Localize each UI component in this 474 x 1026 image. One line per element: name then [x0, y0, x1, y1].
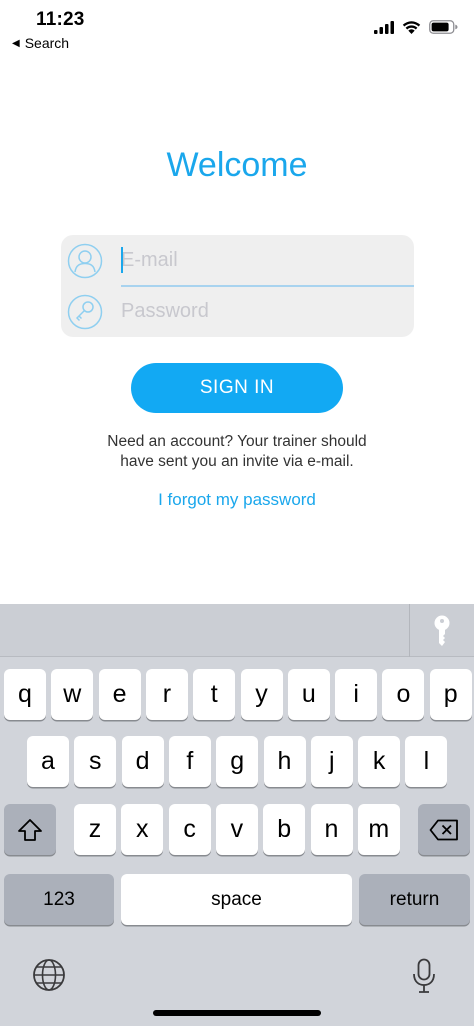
key-h[interactable]: h — [263, 736, 306, 787]
account-info-line-2: have sent you an invite via e-mail. — [120, 453, 354, 470]
key-g[interactable]: g — [216, 736, 259, 787]
key-j[interactable]: j — [310, 736, 353, 787]
key-a[interactable]: a — [27, 736, 69, 787]
key-k[interactable]: k — [358, 736, 401, 787]
accessory-divider — [409, 604, 410, 657]
page-title: Welcome — [166, 146, 308, 184]
key-w[interactable]: w — [51, 669, 94, 720]
back-label: Search — [24, 35, 70, 51]
email-input[interactable] — [121, 242, 402, 279]
backspace-icon — [429, 819, 458, 840]
key-d[interactable]: d — [121, 736, 164, 787]
forgot-password-link[interactable]: I forgot my password — [0, 490, 474, 510]
status-bar: 11:23 ◀ Search — [0, 0, 474, 56]
key-s[interactable]: s — [74, 736, 117, 787]
home-indicator — [153, 1010, 321, 1016]
numbers-key[interactable]: 123 — [4, 874, 114, 925]
status-time: 11:23 — [36, 9, 85, 30]
key-q[interactable]: q — [4, 669, 46, 720]
delete-key[interactable] — [418, 804, 470, 855]
microphone-icon[interactable] — [412, 958, 436, 994]
key-icon — [67, 294, 103, 329]
key-e[interactable]: e — [98, 669, 141, 720]
key-n[interactable]: n — [310, 804, 353, 855]
shift-icon — [18, 818, 42, 841]
user-icon — [67, 243, 103, 278]
key-v[interactable]: v — [215, 804, 258, 855]
key-o[interactable]: o — [382, 669, 425, 720]
wifi-icon — [402, 21, 421, 34]
space-key[interactable]: space — [121, 874, 352, 925]
key-c[interactable]: c — [168, 804, 211, 855]
key-z[interactable]: z — [74, 804, 116, 855]
account-info-line-1: Need an account? Your trainer should — [107, 433, 367, 450]
key-i[interactable]: i — [335, 669, 378, 720]
key-l[interactable]: l — [405, 736, 448, 787]
return-key[interactable]: return — [359, 874, 470, 925]
password-input[interactable] — [121, 293, 402, 330]
back-to-search[interactable]: ◀ Search — [12, 35, 69, 51]
key-p[interactable]: p — [429, 669, 472, 720]
shift-key[interactable] — [4, 804, 56, 855]
key-u[interactable]: u — [287, 669, 330, 720]
key-b[interactable]: b — [263, 804, 306, 855]
globe-icon[interactable] — [32, 958, 66, 992]
sign-in-button[interactable]: SIGN IN — [131, 363, 343, 413]
account-info-text: Need an account? Your trainer should hav… — [0, 432, 474, 472]
key-x[interactable]: x — [121, 804, 164, 855]
signal-icon — [374, 20, 394, 34]
key-t[interactable]: t — [193, 669, 236, 720]
key-f[interactable]: f — [168, 736, 211, 787]
key-y[interactable]: y — [240, 669, 283, 720]
back-arrow-icon: ◀ — [12, 37, 20, 49]
key-icon[interactable] — [428, 614, 456, 648]
login-form — [61, 235, 414, 337]
password-field-row — [61, 286, 414, 337]
battery-icon — [429, 20, 458, 34]
keyboard-accessory-bar — [0, 604, 474, 657]
key-r[interactable]: r — [145, 669, 188, 720]
email-field-row — [61, 235, 414, 286]
key-m[interactable]: m — [357, 804, 400, 855]
text-cursor — [121, 247, 123, 273]
status-icons — [374, 20, 458, 34]
